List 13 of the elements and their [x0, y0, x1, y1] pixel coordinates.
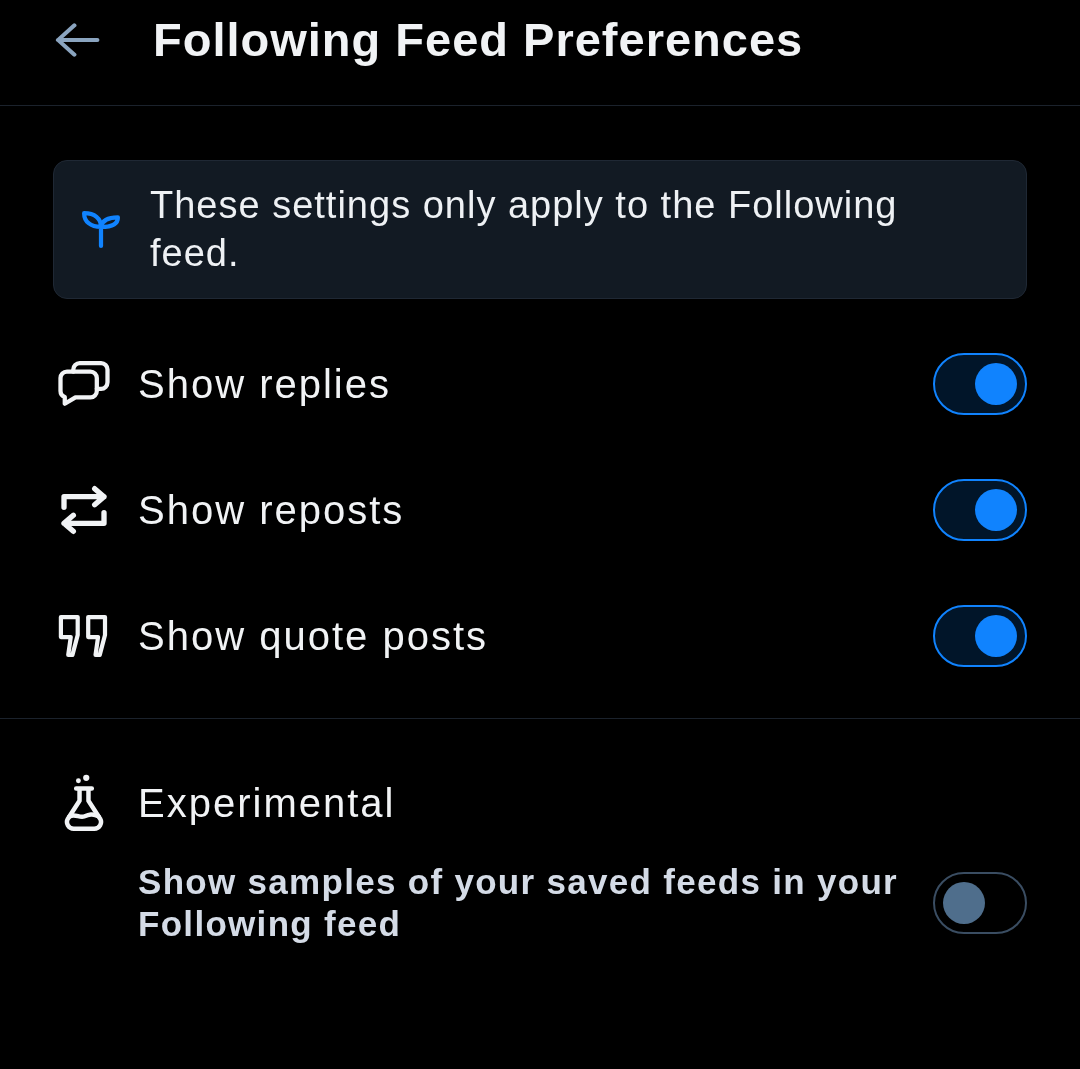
- chat-bubbles-icon: [58, 360, 110, 408]
- quote-icon: [58, 615, 110, 657]
- setting-label: Show quote posts: [138, 613, 489, 660]
- setting-label: Show samples of your saved feeds in your Following feed: [138, 861, 899, 945]
- setting-label: Show reposts: [138, 487, 406, 534]
- sprout-icon: [82, 209, 120, 249]
- arrow-left-icon: [53, 23, 100, 57]
- repost-icon: [60, 483, 108, 537]
- notice-text: These settings only apply to the Following feed.: [150, 183, 899, 276]
- setting-label: Show replies: [138, 361, 392, 408]
- page-title: Following Feed Preferences: [153, 12, 804, 68]
- section-title: Experimental: [138, 779, 396, 827]
- flask-icon: [63, 774, 105, 831]
